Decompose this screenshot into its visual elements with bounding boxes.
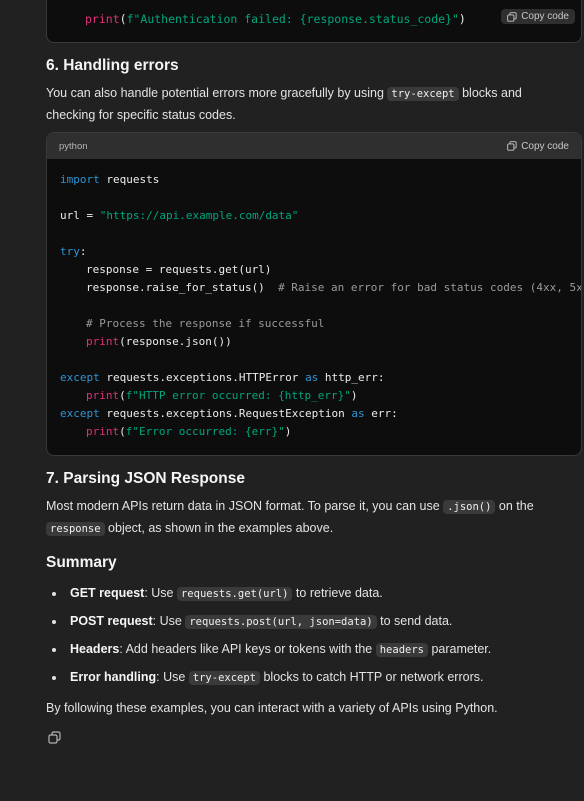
code-line: try: <box>60 245 87 258</box>
code-line: print(f"Error occurred: {err}") <box>86 425 292 438</box>
section-heading: 7. Parsing JSON Response <box>46 470 245 487</box>
code-language-label: python <box>59 140 88 152</box>
list-item: GET request: Use requests.get(url) to re… <box>46 580 576 608</box>
copy-code-button[interactable]: Copy code <box>507 141 569 152</box>
code-line: url = "https://api.example.com/data" <box>60 209 299 222</box>
inline-code: response <box>46 522 105 536</box>
inline-code: try-except <box>387 87 459 101</box>
code-line: import requests <box>60 173 160 186</box>
summary-heading: Summary <box>46 554 117 571</box>
code-block-previous: print(f"Authentication failed: {response… <box>46 0 582 43</box>
section-heading: 6. Handling errors <box>46 57 179 74</box>
list-item: Error handling: Use try-except blocks to… <box>46 664 576 692</box>
copy-icon[interactable] <box>48 731 61 744</box>
inline-code: .json() <box>443 500 496 514</box>
code-block-header: python Copy code <box>47 133 581 159</box>
paragraph: Most modern APIs return data in JSON for… <box>46 499 534 536</box>
code-line: print(response.json()) <box>86 335 232 348</box>
copy-icon <box>507 141 517 151</box>
list-item: POST request: Use requests.post(url, jso… <box>46 608 576 636</box>
code-line: print(f"Authentication failed: {response… <box>85 12 466 26</box>
summary-list: GET request: Use requests.get(url) to re… <box>46 580 576 692</box>
code-line: response.raise_for_status() # Raise an e… <box>86 281 582 294</box>
inline-code: try-except <box>188 671 260 685</box>
code-line: except requests.exceptions.RequestExcept… <box>60 407 398 420</box>
inline-code: requests.post(url, json=data) <box>185 615 377 629</box>
code-line: except requests.exceptions.HTTPError as … <box>60 371 385 384</box>
code-content: import requests url = "https://api.examp… <box>47 159 581 441</box>
copy-icon <box>507 11 517 22</box>
code-line: response = requests.get(url) <box>86 263 272 276</box>
code-line: print(f"HTTP error occurred: {http_err}"… <box>86 389 358 402</box>
paragraph: You can also handle potential errors mor… <box>46 86 522 122</box>
code-line: # Process the response if successful <box>86 317 325 330</box>
inline-code: requests.get(url) <box>176 587 293 601</box>
closing-paragraph: By following these examples, you can int… <box>46 701 498 715</box>
copy-code-button[interactable]: Copy code <box>501 9 575 24</box>
inline-code: headers <box>375 643 428 657</box>
list-item: Headers: Add headers like API keys or to… <box>46 636 576 664</box>
copy-code-label: Copy code <box>521 140 569 152</box>
copy-code-label: Copy code <box>521 11 569 22</box>
code-block: python Copy code import requests url = "… <box>46 132 582 456</box>
